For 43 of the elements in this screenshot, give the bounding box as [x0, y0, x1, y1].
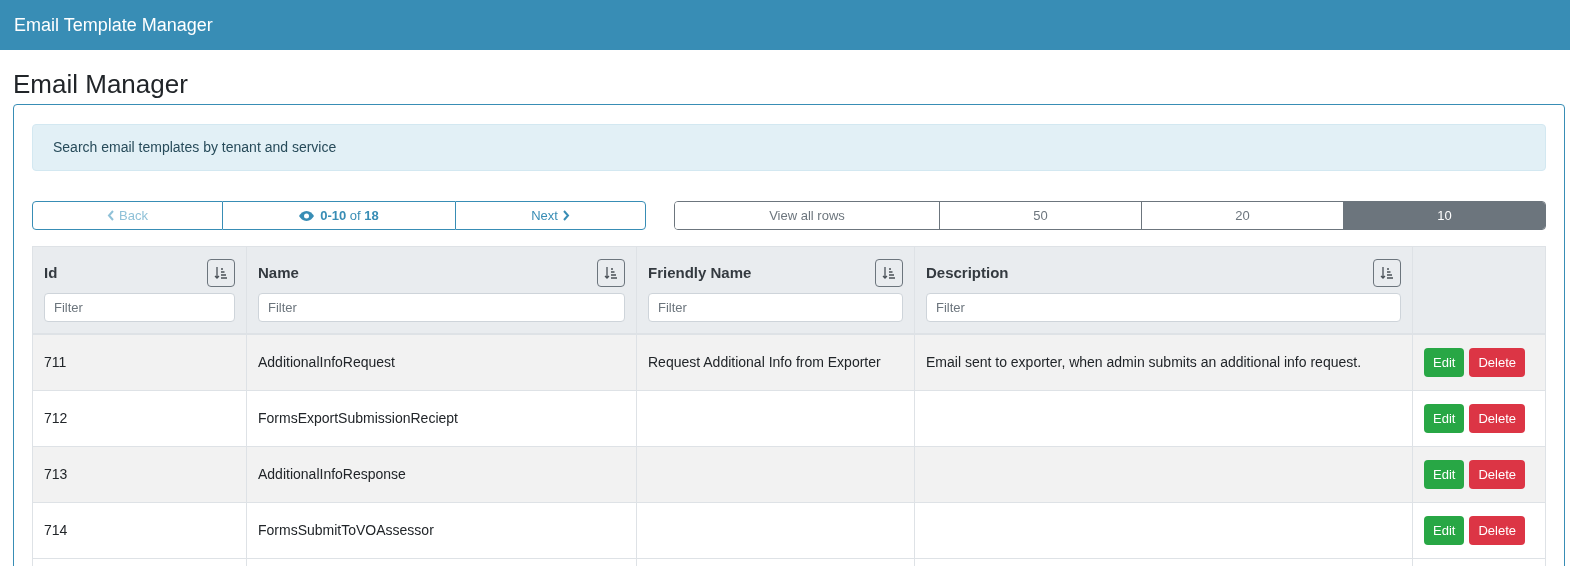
table-cell-text: FormsSubmitToVOAssessor — [258, 521, 434, 540]
sort-icon — [882, 266, 896, 280]
next-button[interactable]: Next — [455, 201, 646, 230]
sort-button[interactable] — [1373, 259, 1401, 287]
table-cell-text: 714 — [44, 521, 68, 540]
delete-button[interactable]: Delete — [1469, 460, 1525, 489]
column-header: Description — [926, 262, 1009, 283]
delete-button[interactable]: Delete — [1469, 404, 1525, 433]
edit-button[interactable]: Edit — [1424, 460, 1465, 489]
table-cell-text: 713 — [44, 465, 68, 484]
page-title: Email Manager — [12, 68, 189, 101]
table-cell-text: 711 — [44, 353, 67, 372]
filter-field[interactable]: Filter — [258, 293, 625, 322]
sort-icon — [1380, 266, 1394, 280]
page-size-button[interactable]: 10 — [1343, 202, 1545, 229]
sort-button[interactable] — [207, 259, 235, 287]
info-alert: Search email templates by tenant and service — [32, 124, 1546, 171]
page-status: 0-10 of 18 — [223, 201, 455, 230]
edit-button[interactable]: Edit — [1424, 348, 1465, 377]
filter-field[interactable]: Filter — [648, 293, 903, 322]
table-cell-text: Request Additional Info from Exporter — [648, 353, 881, 372]
table-cell-text: AdditionalInfoRequest — [258, 353, 395, 372]
app-title: Email Template Manager — [14, 13, 213, 37]
sort-button[interactable] — [597, 259, 625, 287]
sort-icon — [214, 266, 228, 280]
column-header: Id — [44, 262, 58, 283]
filter-field[interactable]: Filter — [44, 293, 235, 322]
edit-button[interactable]: Edit — [1424, 404, 1465, 433]
table-cell-text: 712 — [44, 409, 68, 428]
filter-field[interactable]: Filter — [926, 293, 1401, 322]
delete-button[interactable]: Delete — [1469, 516, 1525, 545]
chevron-right-icon — [561, 210, 570, 221]
column-header: Friendly Name — [648, 262, 752, 283]
table-cell-text: Email sent to exporter, when admin submits an additional info request. — [926, 353, 1362, 372]
sort-icon — [604, 266, 618, 280]
column-header: Name — [258, 262, 299, 283]
table-cell-text: AdditionalInfoResponse — [258, 465, 406, 484]
delete-button[interactable]: Delete — [1469, 348, 1525, 377]
table-cell-text: FormsExportSubmissionReciept — [258, 409, 458, 428]
sort-button[interactable] — [875, 259, 903, 287]
eye-icon — [299, 210, 315, 221]
edit-button[interactable]: Edit — [1424, 516, 1465, 545]
chevron-left-icon — [107, 210, 116, 221]
